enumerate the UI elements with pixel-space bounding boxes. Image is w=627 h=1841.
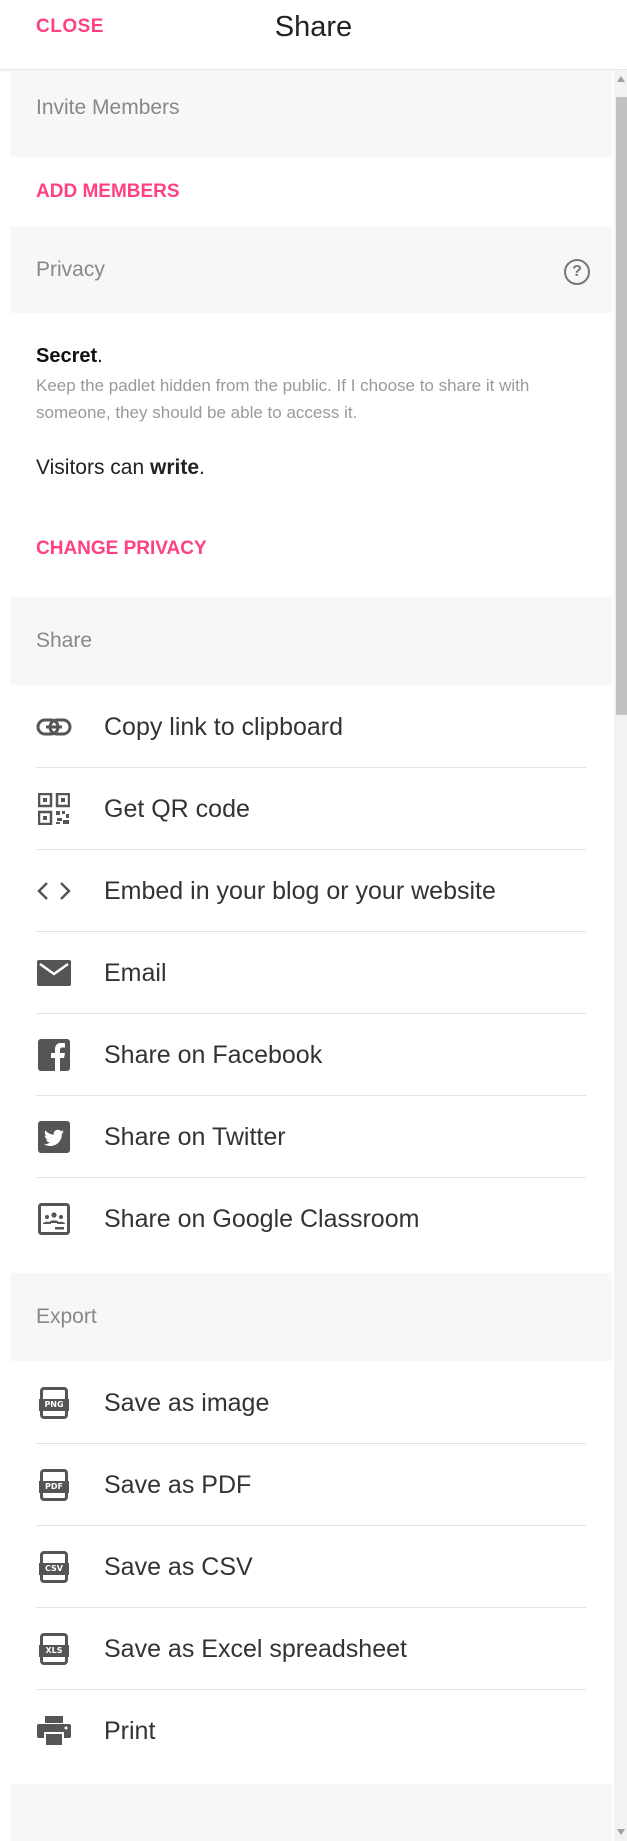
dialog-header: CLOSE Share xyxy=(0,0,627,70)
item-label: Get QR code xyxy=(104,795,250,823)
invite-members-body: ADD MEMBERS xyxy=(10,157,612,226)
item-label: Save as image xyxy=(104,1389,270,1417)
dialog-title: Share xyxy=(274,11,353,43)
facebook-item[interactable]: Share on Facebook xyxy=(36,1014,586,1096)
item-label: Embed in your blog or your website xyxy=(104,877,496,905)
file-badge: PDF xyxy=(39,1480,69,1493)
twitter-icon xyxy=(36,1119,72,1155)
section-header-share: Share xyxy=(10,597,612,685)
item-label: Save as Excel spreadsheet xyxy=(104,1635,407,1663)
visitors-prefix: Visitors can xyxy=(36,456,150,479)
link-icon xyxy=(36,709,72,745)
email-item[interactable]: Email xyxy=(36,932,586,1014)
section-title: Privacy xyxy=(36,258,105,281)
save-excel-item[interactable]: XLS Save as Excel spreadsheet xyxy=(36,1608,586,1690)
scroll-up-arrow-icon[interactable] xyxy=(617,76,625,82)
privacy-level-suffix: . xyxy=(97,345,103,367)
embed-item[interactable]: Embed in your blog or your website xyxy=(36,850,586,932)
change-privacy-button[interactable]: CHANGE PRIVACY xyxy=(36,538,586,560)
section-header-export: Export xyxy=(10,1273,612,1361)
save-csv-item[interactable]: CSV Save as CSV xyxy=(36,1526,586,1608)
item-label: Save as PDF xyxy=(104,1471,252,1499)
section-header-privacy: Privacy ? xyxy=(10,226,612,313)
google-classroom-item[interactable]: Share on Google Classroom xyxy=(36,1178,586,1260)
section-header-invite-members: Invite Members xyxy=(10,71,612,157)
section-title: Share xyxy=(36,629,93,652)
privacy-body: Secret. Keep the padlet hidden from the … xyxy=(10,313,612,597)
facebook-icon xyxy=(36,1037,72,1073)
visitors-permission-value: write xyxy=(150,456,200,479)
qr-code-icon xyxy=(36,791,72,827)
file-badge: XLS xyxy=(39,1644,69,1657)
item-label: Share on Facebook xyxy=(104,1041,323,1069)
share-list: Copy link to clipboard Get QR code Embed… xyxy=(10,685,612,1260)
file-badge: CSV xyxy=(39,1562,69,1575)
pdf-file-icon: PDF xyxy=(36,1467,72,1503)
export-list: PNG Save as image PDF Save as PDF CSV Sa… xyxy=(10,1361,612,1772)
copy-link-item[interactable]: Copy link to clipboard xyxy=(36,686,586,768)
visitors-suffix: . xyxy=(199,456,205,479)
xls-file-icon: XLS xyxy=(36,1631,72,1667)
section-header-next xyxy=(10,1784,612,1841)
item-label: Share on Twitter xyxy=(104,1123,286,1151)
printer-icon xyxy=(36,1713,72,1749)
item-label: Email xyxy=(104,959,167,987)
email-icon xyxy=(36,955,72,991)
help-icon[interactable]: ? xyxy=(564,259,590,285)
privacy-description: Keep the padlet hidden from the public. … xyxy=(36,376,530,422)
section-title: Invite Members xyxy=(36,96,180,119)
scrollbar-thumb[interactable] xyxy=(616,97,627,715)
privacy-level: Secret. xyxy=(36,313,586,368)
visitors-permission: Visitors can write. xyxy=(36,456,586,480)
item-label: Print xyxy=(104,1717,156,1745)
google-classroom-icon xyxy=(36,1201,72,1237)
section-title: Export xyxy=(36,1305,97,1328)
item-label: Copy link to clipboard xyxy=(104,713,344,741)
twitter-item[interactable]: Share on Twitter xyxy=(36,1096,586,1178)
save-image-item[interactable]: PNG Save as image xyxy=(36,1362,586,1444)
file-badge: PNG xyxy=(39,1398,69,1411)
print-item[interactable]: Print xyxy=(36,1690,586,1772)
item-label: Share on Google Classroom xyxy=(104,1205,420,1233)
scroll-down-arrow-icon[interactable] xyxy=(617,1829,625,1835)
qr-code-item[interactable]: Get QR code xyxy=(36,768,586,850)
privacy-level-name: Secret xyxy=(36,345,98,367)
code-icon xyxy=(36,873,72,909)
share-panel: Invite Members ADD MEMBERS Privacy ? Sec… xyxy=(10,71,612,1841)
save-pdf-item[interactable]: PDF Save as PDF xyxy=(36,1444,586,1526)
add-members-button[interactable]: ADD MEMBERS xyxy=(10,157,612,226)
csv-file-icon: CSV xyxy=(36,1549,72,1585)
png-file-icon: PNG xyxy=(36,1385,72,1421)
item-label: Save as CSV xyxy=(104,1553,253,1581)
